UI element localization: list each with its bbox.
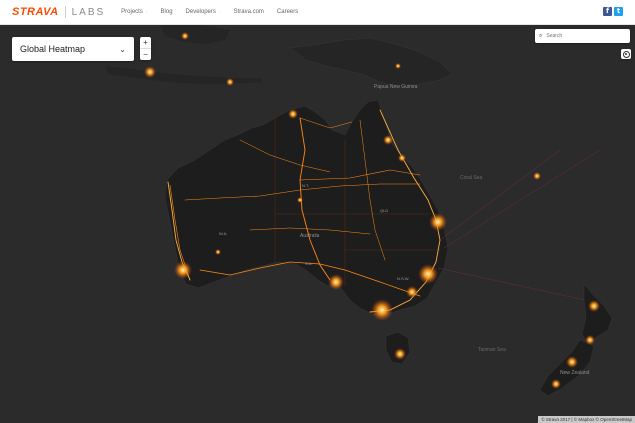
hotspot-wellington: [585, 335, 595, 345]
hotspot-dunedin: [551, 379, 561, 389]
hotspot-canberra: [406, 286, 418, 298]
hotspot-png: [395, 63, 401, 69]
hotspot-perth: [174, 261, 192, 279]
chevron-down-icon: ·: [218, 9, 221, 15]
nav-link-blog[interactable]: Blog: [161, 9, 173, 15]
hotspot-alice-springs: [297, 197, 303, 203]
nav-link-developers[interactable]: Developers ·: [186, 9, 221, 15]
zoom-in-button[interactable]: +: [140, 37, 151, 49]
hotspot-melbourne: [371, 299, 393, 321]
social-links: f t: [601, 7, 623, 16]
layer-select-label: Global Heatmap: [20, 44, 86, 54]
search-input[interactable]: [546, 33, 617, 39]
hotspot-bali: [144, 66, 156, 78]
nav-link-label: Projects: [121, 9, 143, 15]
map-attribution[interactable]: © Strava 2017 | © Mapbox © OpenStreetMap: [538, 416, 635, 423]
hotspot-townsville: [398, 154, 406, 162]
label-papua-new-guinea: Papua New Guinea: [374, 84, 418, 90]
hotspot-adelaide: [328, 274, 344, 290]
hotspot-brisbane: [429, 213, 447, 231]
hotspot-noumea: [533, 172, 541, 180]
hotspot-hobart: [394, 348, 406, 360]
hotspot-timor: [226, 78, 234, 86]
label-qld: QLD: [380, 208, 389, 213]
label-nt: N.T.: [302, 183, 310, 188]
crosshair-icon: [622, 50, 630, 58]
labs-logo-text: LABS: [71, 6, 106, 18]
strava-logo-text: STRAVA: [12, 6, 59, 18]
label-coral-sea: Coral Sea: [460, 175, 483, 181]
heatmap-layer-select[interactable]: Global Heatmap ⌄: [12, 37, 134, 61]
hotspot-darwin: [288, 109, 298, 119]
label-tasman-sea: Tasman Sea: [478, 347, 506, 353]
label-sa: S.A.: [305, 261, 313, 266]
nav-link-strava[interactable]: Strava.com: [234, 9, 264, 15]
hotspot-kalgoorlie: [215, 249, 221, 255]
label-australia: Australia: [300, 233, 320, 239]
label-new-zealand: New Zealand: [560, 370, 590, 376]
heatmap-map[interactable]: Papua New Guinea Coral Sea Tasman Sea Au…: [0, 25, 635, 423]
zoom-out-button[interactable]: −: [140, 49, 151, 60]
nav-link-label: Developers: [185, 9, 216, 15]
strava-labs-logo[interactable]: STRAVA LABS: [12, 6, 105, 18]
nav-link-projects[interactable]: Projects ·: [121, 9, 147, 15]
hotspot-christchurch: [566, 356, 578, 368]
label-nsw: N.S.W.: [397, 276, 410, 281]
twitter-icon[interactable]: t: [614, 7, 623, 16]
hotspot-auckland: [588, 300, 600, 312]
label-wa: W.A.: [219, 231, 228, 236]
hotspot-sydney: [418, 264, 438, 284]
nav-link-label: Blog: [160, 9, 173, 15]
chevron-down-icon: ⌄: [119, 44, 126, 54]
hotspot-sulawesi: [181, 32, 189, 40]
top-nav-bar: STRAVA LABS Projects · Blog Developers · S…: [0, 0, 635, 25]
nav-link-label: Strava.com: [233, 9, 264, 15]
zoom-controls: + −: [140, 37, 151, 60]
search-icon: ⌕: [539, 32, 543, 39]
hotspot-cairns: [383, 135, 393, 145]
map-search-box[interactable]: ⌕: [535, 29, 630, 43]
facebook-icon[interactable]: f: [603, 7, 612, 16]
nav-link-careers[interactable]: Careers: [277, 9, 298, 15]
locate-me-button[interactable]: [621, 49, 631, 59]
nav-link-label: Careers: [276, 9, 299, 15]
logo-divider: [64, 6, 66, 18]
main-nav: Projects · Blog Developers · Strava.com Ca…: [121, 9, 311, 15]
chevron-down-icon: ·: [145, 9, 148, 15]
